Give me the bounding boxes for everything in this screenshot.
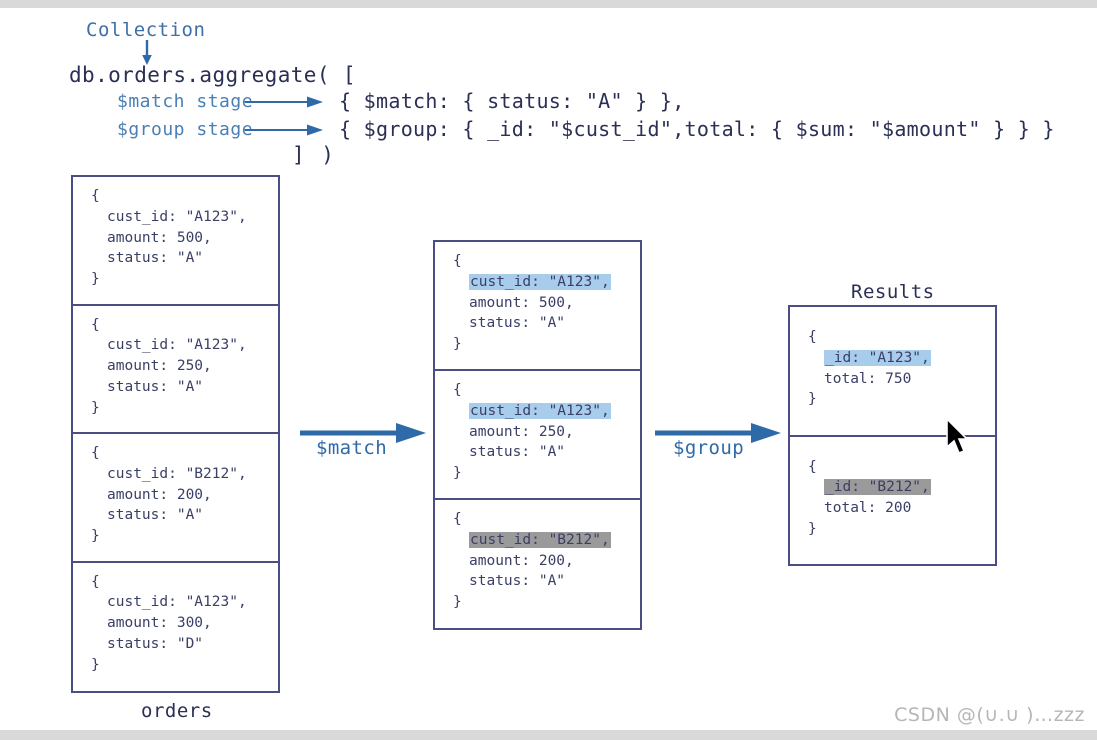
amount-field: amount: 500, — [107, 229, 212, 246]
orders-collection-box: { cust_id: "A123", amount: 500, status: … — [71, 175, 280, 693]
matched-documents-box: { cust_id: "A123", amount: 500, status: … — [433, 240, 642, 630]
total-field: total: 200 — [824, 500, 912, 517]
brace-open: { — [91, 188, 100, 204]
brace-close: } — [91, 656, 100, 673]
status-field: status: "A" — [469, 444, 566, 461]
match-arrow-label: $match — [316, 437, 388, 459]
brace-open: { — [91, 316, 100, 333]
cust-id-field: cust_id: "A123", — [107, 208, 247, 225]
top-edge-strip — [0, 0, 1097, 8]
brace-close: } — [453, 465, 462, 482]
orders-collection-caption: orders — [141, 700, 213, 722]
group-stage-annotation: $group stage — [117, 119, 254, 140]
total-field: total: 750 — [824, 370, 912, 387]
list-item: { cust_id: "A123", amount: 300, status: … — [73, 563, 278, 692]
aggregate-call-line: db.orders.aggregate( [ — [69, 63, 356, 87]
brace-close: } — [453, 336, 462, 353]
match-stage-code: { $match: { status: "A" } }, — [339, 89, 685, 113]
id-field-highlighted: _id: "B212", — [824, 479, 931, 496]
list-item: { cust_id: "A123", amount: 250, status: … — [435, 371, 640, 500]
group-stage-code: { $group: { _id: "$cust_id",total: { $su… — [339, 117, 1055, 141]
cust-id-field-highlighted: cust_id: "A123", — [469, 273, 611, 290]
status-field: status: "A" — [107, 250, 204, 267]
amount-field: amount: 200, — [469, 552, 574, 569]
brace-open: { — [453, 253, 462, 269]
brace-close: } — [91, 271, 100, 288]
status-field: status: "D" — [107, 635, 204, 652]
cust-id-field-highlighted: cust_id: "A123", — [469, 402, 611, 419]
results-caption: Results — [851, 281, 935, 303]
group-stage-pointer-arrow-icon — [245, 124, 323, 136]
cust-id-field: cust_id: "B212", — [107, 465, 247, 482]
brace-open: { — [453, 382, 462, 398]
cust-id-field: cust_id: "A123", — [107, 337, 247, 354]
match-stage-pointer-arrow-icon — [245, 96, 323, 108]
brace-close: } — [91, 528, 100, 545]
mouse-cursor-icon — [946, 418, 969, 455]
amount-field: amount: 250, — [107, 358, 212, 375]
status-field: status: "A" — [107, 378, 204, 395]
aggregate-close-line: ] ) — [292, 143, 336, 167]
brace-open: { — [808, 458, 817, 475]
csdn-watermark: CSDN @(∪.∪ )…zzz — [894, 704, 1085, 726]
id-field-highlighted: _id: "A123", — [824, 349, 931, 366]
cust-id-field-highlighted: cust_id: "B212", — [469, 531, 611, 548]
brace-close: } — [808, 520, 817, 537]
brace-open: { — [808, 329, 817, 345]
amount-field: amount: 300, — [107, 615, 212, 632]
match-stage-annotation: $match stage — [117, 91, 254, 112]
list-item: { cust_id: "A123", amount: 250, status: … — [73, 306, 278, 434]
brace-close: } — [91, 399, 100, 416]
status-field: status: "A" — [107, 507, 204, 524]
list-item: { cust_id: "B212", amount: 200, status: … — [435, 500, 640, 629]
list-item: { cust_id: "A123", amount: 500, status: … — [73, 177, 278, 306]
amount-field: amount: 250, — [469, 423, 574, 440]
status-field: status: "A" — [469, 315, 566, 332]
collection-annotation-label: Collection — [86, 19, 206, 41]
brace-close: } — [453, 594, 462, 611]
status-field: status: "A" — [469, 573, 566, 590]
brace-open: { — [91, 445, 100, 461]
list-item: { cust_id: "A123", amount: 500, status: … — [435, 242, 640, 371]
list-item: { cust_id: "B212", amount: 200, status: … — [73, 434, 278, 563]
cust-id-field: cust_id: "A123", — [107, 594, 247, 611]
bottom-edge-strip — [0, 730, 1097, 740]
brace-open: { — [453, 511, 462, 527]
group-arrow-label: $group — [673, 437, 745, 459]
brace-close: } — [808, 391, 817, 408]
amount-field: amount: 500, — [469, 294, 574, 311]
brace-open: { — [91, 573, 100, 590]
amount-field: amount: 200, — [107, 486, 212, 503]
